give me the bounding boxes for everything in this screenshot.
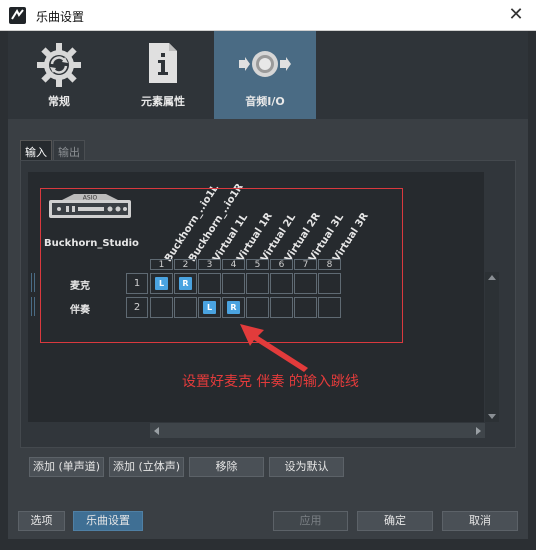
- options-button[interactable]: 选项: [18, 511, 65, 531]
- remove-button[interactable]: 移除: [189, 457, 264, 477]
- scroll-up-icon[interactable]: [488, 275, 496, 280]
- tab-output[interactable]: 输出: [53, 140, 85, 160]
- tab-element-properties[interactable]: 元素属性: [112, 31, 214, 119]
- scroll-left-icon[interactable]: [154, 427, 159, 435]
- song-settings-button[interactable]: 乐曲设置: [73, 511, 143, 531]
- gear-icon: [35, 41, 83, 92]
- add-stereo-button[interactable]: 添加 (立体声): [109, 457, 184, 477]
- apply-button[interactable]: 应用: [273, 511, 348, 531]
- tab-audio-io-label: 音频I/O: [245, 95, 285, 108]
- tab-audio-io[interactable]: 音频I/O: [214, 31, 316, 119]
- tab-general-label: 常规: [48, 95, 70, 108]
- annotation-text: 设置好麦克 伴奏 的输入跳线: [182, 374, 359, 390]
- category-tabs: 常规 元素属性 音频I/O: [8, 31, 528, 119]
- vertical-scrollbar[interactable]: [485, 272, 499, 422]
- document-icon: [145, 41, 181, 88]
- row-handle[interactable]: [31, 297, 35, 316]
- set-default-button[interactable]: 设为默认: [269, 457, 344, 477]
- row-handle[interactable]: [31, 273, 35, 292]
- horizontal-scrollbar[interactable]: [150, 423, 485, 438]
- title-bar: 乐曲设置 ✕: [0, 0, 536, 31]
- tab-general[interactable]: 常规: [8, 31, 110, 119]
- close-button[interactable]: ✕: [496, 0, 536, 31]
- audio-io-icon: [237, 49, 293, 82]
- highlight-box: [40, 188, 403, 343]
- tab-element-properties-label: 元素属性: [141, 95, 185, 108]
- scroll-down-icon[interactable]: [488, 414, 496, 419]
- app-icon: [9, 7, 26, 24]
- scroll-right-icon[interactable]: [476, 427, 481, 435]
- ok-button[interactable]: 确定: [357, 511, 433, 531]
- add-mono-button[interactable]: 添加 (单声道): [29, 457, 104, 477]
- tab-input[interactable]: 输入: [20, 140, 52, 160]
- arrow-icon: [240, 324, 308, 372]
- cancel-button[interactable]: 取消: [442, 511, 518, 531]
- window-title: 乐曲设置: [36, 10, 85, 24]
